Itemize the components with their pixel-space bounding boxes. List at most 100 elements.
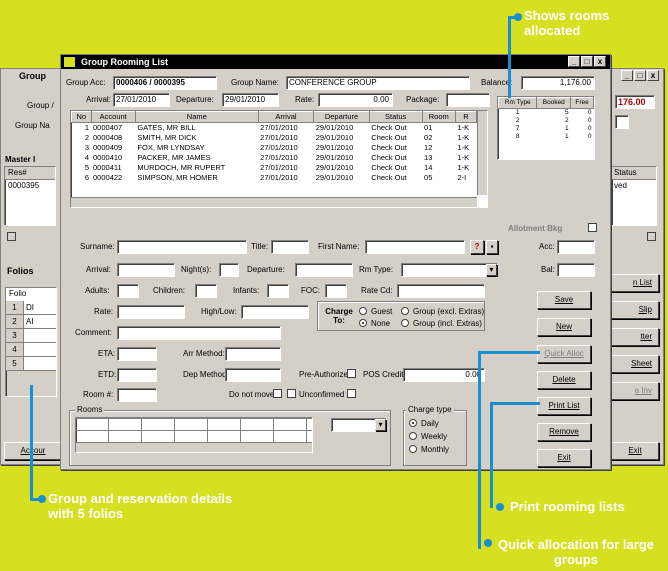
daily-radio[interactable] <box>409 419 417 427</box>
rm-type-dropdown-icon[interactable]: ▾ <box>486 264 497 276</box>
bg-group-name-label: Group Na <box>15 121 50 130</box>
exit-button[interactable]: Exit <box>537 449 591 467</box>
nights-field[interactable] <box>219 263 239 277</box>
weekly-radio[interactable] <box>409 432 417 440</box>
res-row[interactable]: 5 0000411 MURDOCH, MR RUPERT 27/01/2010 29/0… <box>72 163 477 173</box>
rm-type-select[interactable] <box>401 263 498 277</box>
pre-authorized-checkbox[interactable] <box>347 369 356 378</box>
res-col-header[interactable]: Status <box>368 111 423 123</box>
unconfirmed-extra-checkbox[interactable] <box>347 389 356 398</box>
high-low-field[interactable] <box>241 305 309 319</box>
rooms-hscroll[interactable] <box>76 442 312 452</box>
res-col-header[interactable]: Departure <box>313 111 370 123</box>
print-rooming-callout: Print rooming lists <box>510 499 625 514</box>
group-name-field[interactable]: CONFERENCE GROUP <box>286 76 470 90</box>
new-button[interactable]: New <box>537 318 591 336</box>
folio-row[interactable]: 5 <box>6 357 56 371</box>
folio-row[interactable]: 2 AI <box>6 315 56 329</box>
allotment-bkg-checkbox[interactable] <box>588 223 597 232</box>
res-col-header[interactable]: No <box>71 111 92 123</box>
package-field[interactable] <box>446 93 490 107</box>
etd-label: ETD: <box>98 370 117 379</box>
rate-field[interactable]: 0.00 <box>318 93 393 107</box>
res-col-header[interactable]: Name <box>134 111 259 123</box>
bg-accounts-button[interactable]: Accour <box>4 442 62 460</box>
folio-row[interactable]: 4 <box>6 343 56 357</box>
rooms-dropdown-icon[interactable]: ▾ <box>375 419 386 431</box>
folio-row[interactable]: 1 DI <box>6 301 56 315</box>
arr-method-field[interactable] <box>225 347 281 361</box>
res-col-header[interactable]: Arrival <box>257 111 315 123</box>
save-button[interactable]: Save <box>537 291 591 309</box>
group-acc-field[interactable]: 0000406 / 0000395 <box>113 76 217 90</box>
bg-side-button[interactable]: a Inv <box>611 382 659 400</box>
quick-alloc-button[interactable]: Quick Alloc <box>537 345 591 363</box>
unconfirmed-label: Unconfirmed <box>299 390 345 399</box>
print-list-button[interactable]: Print List <box>537 397 591 415</box>
infants-field[interactable] <box>267 284 289 298</box>
res-col-header[interactable]: Room <box>421 111 456 123</box>
rate-cd-field[interactable] <box>397 284 485 298</box>
lookup-menu-button[interactable]: ▪ <box>486 240 498 254</box>
bg-scroll-arrow[interactable] <box>647 232 656 241</box>
charge-guest-radio[interactable] <box>359 307 367 315</box>
form-departure-field[interactable] <box>295 263 353 277</box>
bg-exit-button[interactable]: Exit <box>611 442 659 460</box>
form-arrival-field[interactable] <box>117 263 175 277</box>
res-row[interactable]: 1 0000407 GATES, MR BILL 27/01/2010 29/01/20… <box>72 123 477 134</box>
room-no-field[interactable] <box>117 388 157 402</box>
grid-vscroll[interactable] <box>477 111 487 195</box>
res-row[interactable]: 2 0000408 SMITH, MR DICK 27/01/2010 29/01/20… <box>72 133 477 143</box>
remove-button[interactable]: Remove <box>537 423 591 441</box>
lookup-button[interactable]: ? <box>470 240 484 254</box>
charge-group-excl-radio[interactable] <box>401 307 409 315</box>
adults-field[interactable] <box>117 284 139 298</box>
res-row[interactable]: 3 0000409 FOX, MR LYNDSAY 27/01/2010 29/01/2… <box>72 143 477 153</box>
arrival-field[interactable]: 27/01/2010 <box>113 93 170 107</box>
bg-maximize-button[interactable]: □ <box>634 70 646 81</box>
res-row[interactable]: 4 0000410 PACKER, MR JAMES 27/01/2010 29/01/… <box>72 153 477 163</box>
foc-field[interactable] <box>325 284 347 298</box>
eta-field[interactable] <box>117 347 157 361</box>
rooms-grid[interactable] <box>75 417 313 453</box>
res-row[interactable]: 6 0000422 SIMPSON, MR HOMER 27/01/2010 29/01… <box>72 173 477 183</box>
bg-side-button[interactable]: tter <box>611 328 659 346</box>
title-field[interactable] <box>271 240 309 254</box>
do-not-move-checkbox[interactable] <box>273 389 282 398</box>
res-cell: Check Out <box>371 163 407 172</box>
first-name-label: First Name: <box>318 242 360 251</box>
reservations-grid: No Account Name Arrival Departure Status Room R… <box>70 110 488 208</box>
minimize-button[interactable]: _ <box>568 56 580 67</box>
bg-folios-tab[interactable]: Folios <box>7 266 34 276</box>
etd-field[interactable] <box>117 368 157 382</box>
comment-field[interactable] <box>117 326 281 340</box>
bg-side-button[interactable]: Sheet <box>611 355 659 373</box>
monthly-radio[interactable] <box>409 445 417 453</box>
form-rate-field[interactable] <box>117 305 185 319</box>
pos-credit-field[interactable]: 0.00 <box>403 368 485 382</box>
bg-side-button[interactable]: Slip <box>611 301 659 319</box>
close-button[interactable]: x <box>594 56 606 67</box>
bg-res-value[interactable]: 0000395 <box>5 180 55 192</box>
bg-side-button[interactable]: n List <box>611 274 659 292</box>
unconfirmed-checkbox[interactable] <box>287 389 296 398</box>
bg-close-button[interactable]: x <box>647 70 659 81</box>
res-col-header[interactable]: R <box>454 111 478 123</box>
charge-group-incl-radio[interactable] <box>401 319 409 327</box>
acc-field[interactable] <box>557 240 595 254</box>
first-name-field[interactable] <box>365 240 465 254</box>
departure-field[interactable]: 29/01/2010 <box>222 93 279 107</box>
children-field[interactable] <box>195 284 217 298</box>
bg-minimize-button[interactable]: _ <box>621 70 633 81</box>
dep-method-field[interactable] <box>225 368 281 382</box>
charge-none-radio[interactable] <box>359 319 367 327</box>
grid-hscroll[interactable] <box>71 197 477 207</box>
delete-button[interactable]: Delete <box>537 371 591 389</box>
surname-field[interactable] <box>117 240 247 254</box>
balance-field: 1,176.00 <box>521 76 595 90</box>
folio-row[interactable]: 3 <box>6 329 56 343</box>
bg-scroll-left[interactable] <box>7 232 16 241</box>
group-rooming-list-window: Group Rooming List _ □ x Group Acc: 0000… <box>60 54 611 470</box>
maximize-button[interactable]: □ <box>581 56 593 67</box>
res-col-header[interactable]: Account <box>90 111 136 123</box>
